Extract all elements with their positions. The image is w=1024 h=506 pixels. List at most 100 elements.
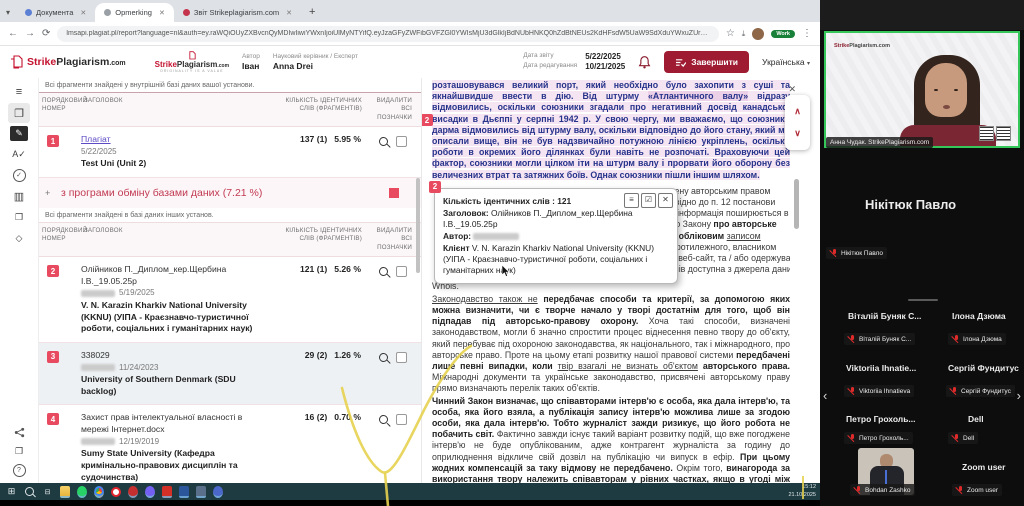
document-paragraph: Чинний Закон визначає, що співавторами і… — [432, 396, 790, 483]
tooltip-title: Заголовок: Олійников П._Диплом_кер.Щерби… — [443, 208, 669, 230]
task-view-icon[interactable]: ⊟ — [42, 486, 53, 497]
document-scrollbar[interactable] — [794, 179, 799, 229]
participant-label: Нікітюк Павло — [826, 247, 887, 259]
tab-close-icon[interactable]: ✕ — [159, 9, 165, 17]
sources-pages-icon[interactable]: ❐ — [8, 103, 30, 123]
speaker-video-tile[interactable]: StrikePlagiarism.com — [824, 31, 1020, 148]
source-checkbox[interactable] — [396, 414, 407, 425]
highlighted-paragraph: розташовувався великий порт, який необхі… — [432, 80, 790, 181]
app-logo[interactable]: StrikePlagiarism.com — [10, 55, 126, 70]
app-gray-icon[interactable] — [196, 486, 206, 498]
browser-tab-report[interactable]: Звіт Strikeplagiarism.com ✕ — [174, 3, 301, 22]
gallery-prev-icon[interactable]: ‹ — [823, 388, 827, 403]
redacted-author — [81, 290, 115, 297]
system-tray-clock[interactable]: 15:12 21.10.2025 — [788, 484, 820, 498]
url-field[interactable]: lmsapi.plagiat.pl/report?language=nl&aut… — [57, 26, 718, 42]
reload-icon[interactable]: ⟳ — [42, 29, 50, 39]
logo-document-icon — [10, 55, 23, 70]
participant-label: Dell — [948, 432, 978, 444]
file-explorer-icon[interactable] — [60, 486, 70, 498]
text-check-icon[interactable]: A✓ — [8, 144, 30, 164]
share-icon[interactable] — [14, 427, 25, 438]
notifications-bell-icon[interactable] — [638, 55, 651, 69]
back-icon[interactable]: ← — [8, 29, 18, 39]
source-title-cell: Плагіат 5/22/2025 Test Uni (Unit 2) — [81, 134, 267, 170]
tooltip-client: Клієнт V. N. Karazin Kharkiv National Un… — [443, 243, 669, 276]
help-icon[interactable]: ? — [13, 464, 26, 477]
bookmark-star-icon[interactable]: ☆ — [726, 29, 735, 39]
taskbar-search-icon[interactable] — [24, 486, 35, 497]
menu-icon[interactable]: ≡ — [8, 82, 30, 102]
word-icon[interactable] — [179, 486, 189, 498]
participant-label: Ілона Дзюма — [948, 333, 1006, 345]
source-title-link[interactable]: Плагіат — [81, 134, 261, 146]
finish-label: Завершити — [691, 57, 738, 67]
profile-avatar[interactable] — [752, 28, 764, 40]
table-row: 4 Захист прав інтелектуальної власності … — [39, 405, 421, 483]
search-icon[interactable] — [379, 137, 388, 146]
search-icon[interactable] — [379, 267, 388, 276]
acrobat-icon[interactable] — [162, 486, 172, 498]
source-checkbox[interactable] — [396, 266, 407, 277]
tab-label: Документа — [36, 8, 73, 17]
tab-close-icon[interactable]: ✕ — [286, 9, 292, 17]
source-number-badge: 2 — [47, 265, 59, 277]
tag-icon[interactable]: ◇ — [8, 228, 30, 248]
forward-icon[interactable]: → — [25, 29, 35, 39]
tooltip-region: хищену авторським правом ідповідно до п.… — [432, 183, 790, 279]
fragment-badge[interactable]: 2 — [422, 114, 433, 126]
browser-menu-icon[interactable]: ⋮ — [802, 29, 812, 39]
participant-display-name: Віталій Буняк С... — [848, 311, 921, 321]
col-number: ПОРЯДКОВИЙ НОМЕР — [39, 97, 81, 122]
teams-icon[interactable] — [213, 486, 223, 498]
downloads-icon[interactable]: ⤓ — [742, 30, 746, 38]
gallery-next-icon[interactable]: › — [1017, 388, 1021, 403]
finish-button[interactable]: Завершити — [664, 51, 749, 73]
chevron-down-icon[interactable]: ∨ — [794, 128, 801, 139]
sources-scrollbar[interactable] — [416, 178, 420, 273]
window-icon[interactable]: ❐ — [8, 441, 30, 461]
whatsapp-icon[interactable] — [77, 486, 87, 498]
close-icon[interactable]: ✕ — [788, 84, 796, 95]
source-checkbox[interactable] — [396, 352, 407, 363]
section-db-exchange[interactable]: + з програми обміну базами даних (7.21 %… — [39, 178, 421, 208]
viber-icon[interactable] — [145, 486, 155, 498]
tooltip-actions: ≡ ☑ ✕ — [624, 193, 673, 208]
browser-red-icon[interactable] — [128, 486, 138, 498]
col-remove: ВИДАЛИТИ ВСІ ПОЗНАЧКИ — [365, 227, 415, 252]
checkbox-icon[interactable]: ☑ — [641, 193, 656, 208]
source-title[interactable]: Захист прав інтелектуальної власності в … — [81, 412, 261, 435]
sources-table-header: ПОРЯДКОВИЙ НОМЕР ЗАГОЛОВОК КІЛЬКІСТЬ ІДЕ… — [39, 93, 421, 127]
tab-favicon — [104, 9, 111, 16]
layout-columns-icon[interactable]: ▥ — [8, 186, 30, 206]
source-title[interactable]: Олійников П._Диплом_кер.Щербина І.В._19.… — [81, 264, 261, 287]
opera-icon[interactable] — [111, 487, 121, 497]
chevron-up-icon[interactable]: ∧ — [794, 106, 801, 117]
source-checkbox[interactable] — [396, 136, 407, 147]
tab-close-icon[interactable]: ✕ — [80, 9, 86, 17]
start-button[interactable]: ⊞ — [6, 486, 17, 497]
col-number: ПОРЯДКОВИЙ НОМЕР — [39, 227, 81, 252]
table-row: 2 Олійников П._Диплом_кер.Щербина І.В._1… — [39, 257, 421, 343]
fragment-badge[interactable]: 2 — [429, 181, 441, 193]
new-tab-button[interactable]: + — [309, 6, 315, 18]
chrome-icon[interactable] — [94, 486, 104, 498]
comment-icon[interactable]: ❒ — [8, 207, 30, 227]
browser-tab-opmerking[interactable]: Opmerking ✕ — [95, 3, 174, 22]
approve-check-icon[interactable]: ✓ — [8, 165, 30, 185]
search-icon[interactable] — [379, 415, 388, 424]
supervisor-block: Науковий керівник / Експерт Anna Drei — [273, 54, 358, 71]
source-org: V. N. Karazin Kharkiv National Universit… — [81, 300, 261, 335]
profile-badge[interactable]: Work — [771, 30, 795, 38]
gallery-divider[interactable] — [908, 299, 938, 301]
tab-search-caret-icon[interactable]: ▾ — [6, 8, 10, 17]
browser-tab-documents[interactable]: Документа ✕ — [16, 3, 95, 22]
checklist-icon — [675, 58, 686, 67]
close-icon[interactable]: ✕ — [658, 193, 673, 208]
source-title[interactable]: 338029 — [81, 350, 261, 362]
muted-mic-icon — [952, 434, 960, 442]
search-icon[interactable] — [379, 353, 388, 362]
language-selector[interactable]: Українська ▾ — [762, 57, 810, 67]
accept-fragment-icon[interactable]: ≡ — [624, 193, 639, 208]
annotate-pencil-icon[interactable]: ✎ — [10, 126, 28, 141]
